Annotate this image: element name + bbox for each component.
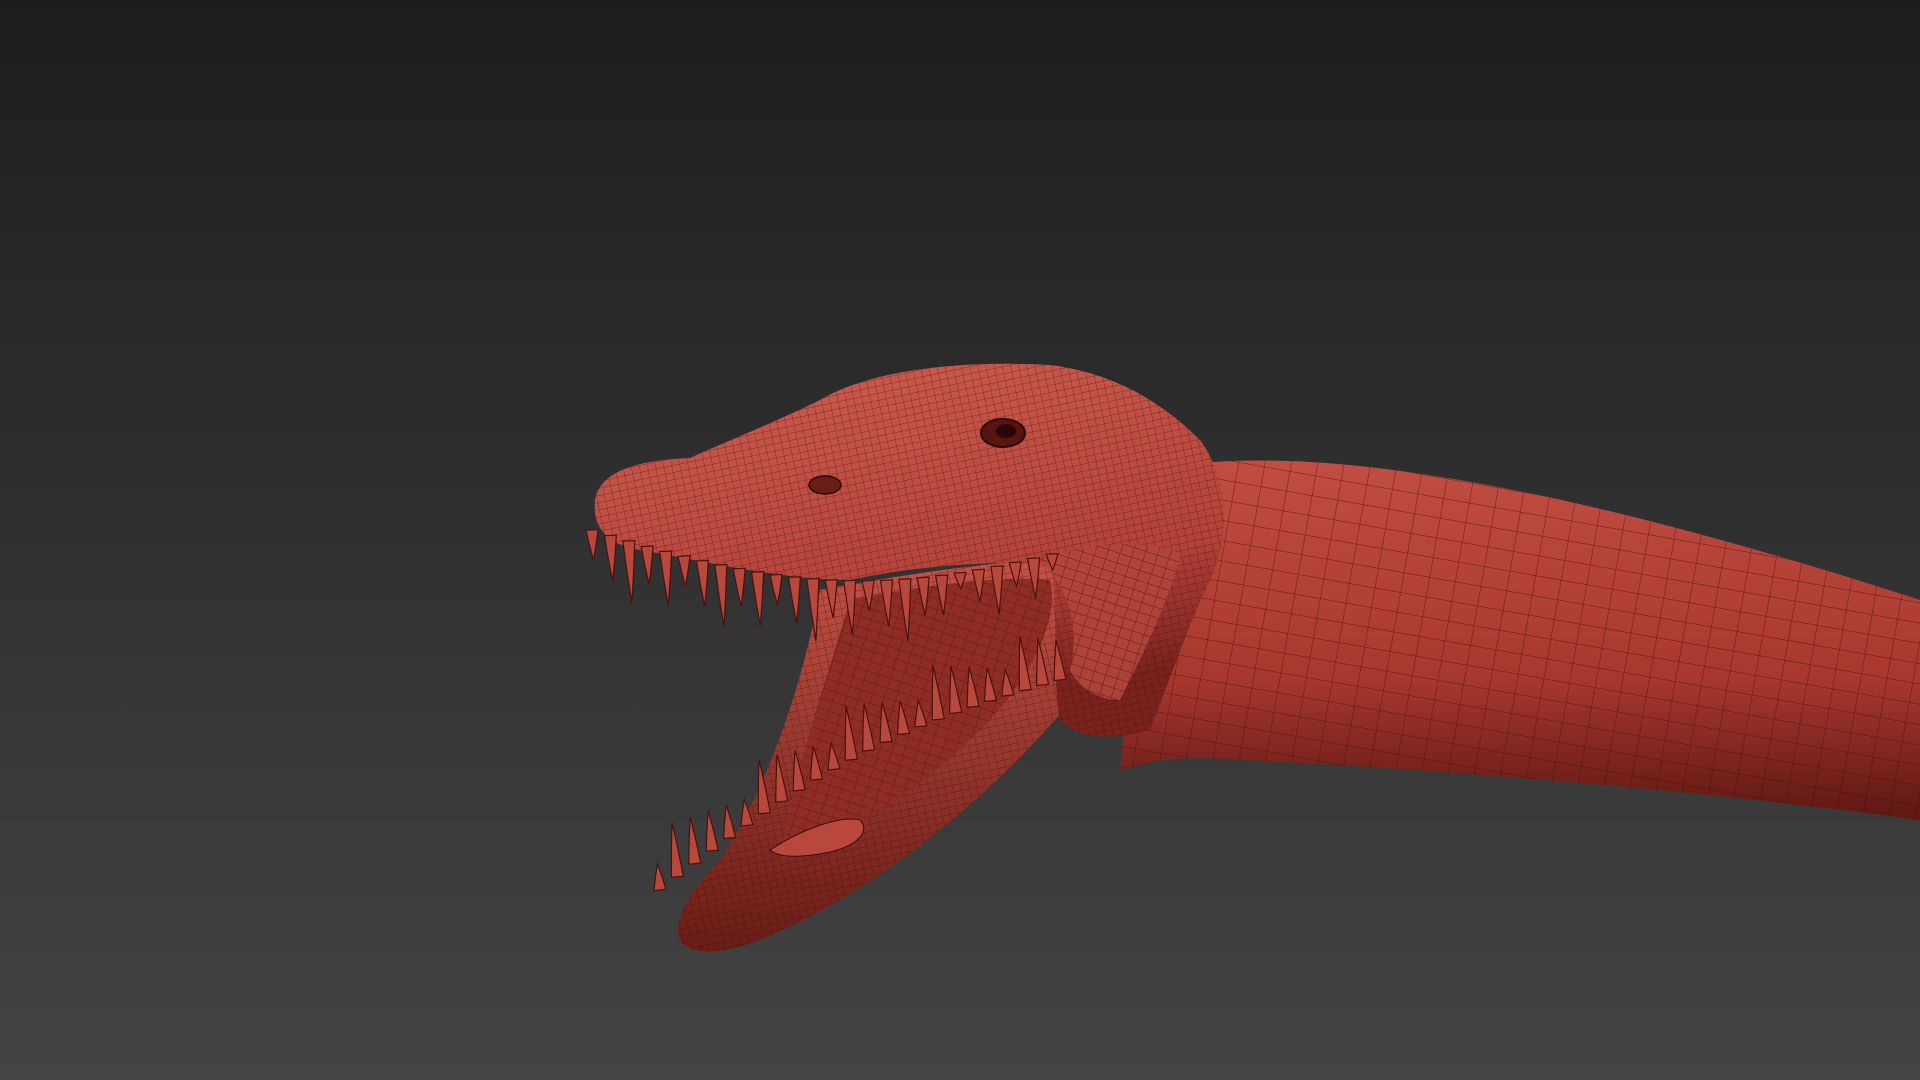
nostril <box>808 475 842 495</box>
render-canvas <box>0 0 1920 1080</box>
3d-viewport[interactable] <box>0 0 1920 1080</box>
